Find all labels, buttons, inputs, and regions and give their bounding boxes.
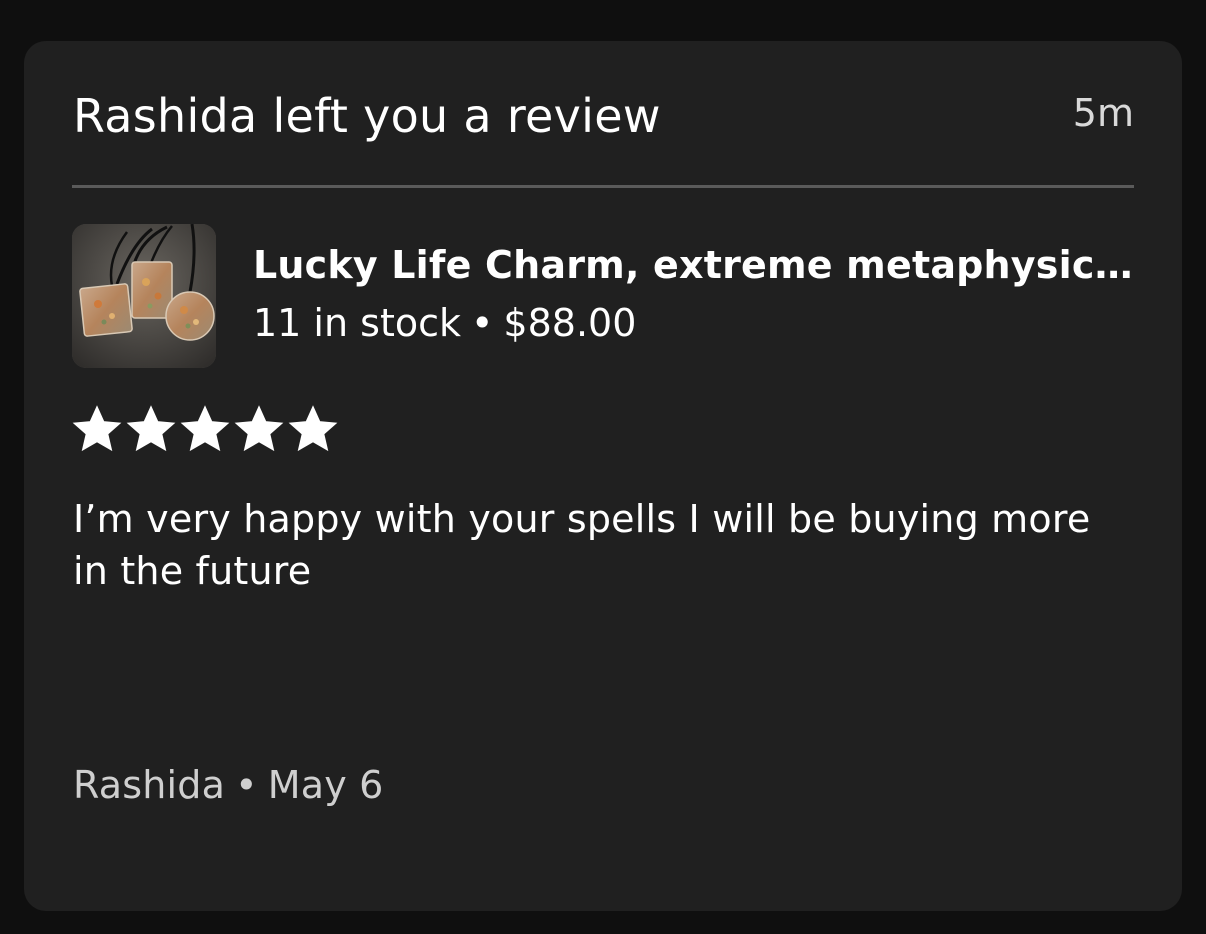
review-notification-card[interactable]: Rashida left you a review 5m Lucky Life … <box>24 41 1182 911</box>
star-rating <box>72 404 338 454</box>
star-icon <box>288 405 338 452</box>
product-summary[interactable]: Lucky Life Charm, extreme metaphysic... … <box>72 224 1134 369</box>
product-stock: 11 in stock <box>253 301 461 345</box>
notification-time: 5m <box>1072 91 1134 135</box>
product-info: Lucky Life Charm, extreme metaphysic... … <box>253 240 1134 348</box>
footer-separator: • <box>235 763 258 807</box>
product-price: $88.00 <box>503 301 637 345</box>
header-divider <box>72 185 1134 188</box>
product-meta: 11 in stock • $88.00 <box>253 298 1134 348</box>
star-icon <box>234 405 284 452</box>
review-date: May 6 <box>267 763 384 807</box>
star-icon <box>126 405 176 452</box>
star-icon <box>180 405 230 452</box>
meta-separator: • <box>471 301 494 345</box>
star-icon <box>72 405 122 452</box>
notification-title: Rashida left you a review <box>73 89 661 143</box>
review-text: I’m very happy with your spells I will b… <box>73 497 1091 593</box>
card-header: Rashida left you a review 5m <box>73 89 1134 149</box>
product-photo-icon <box>72 224 216 368</box>
product-thumbnail[interactable] <box>72 224 216 368</box>
product-name[interactable]: Lucky Life Charm, extreme metaphysic... <box>253 240 1134 290</box>
review-author: Rashida <box>73 763 226 807</box>
review-footer: Rashida • May 6 <box>73 763 384 807</box>
